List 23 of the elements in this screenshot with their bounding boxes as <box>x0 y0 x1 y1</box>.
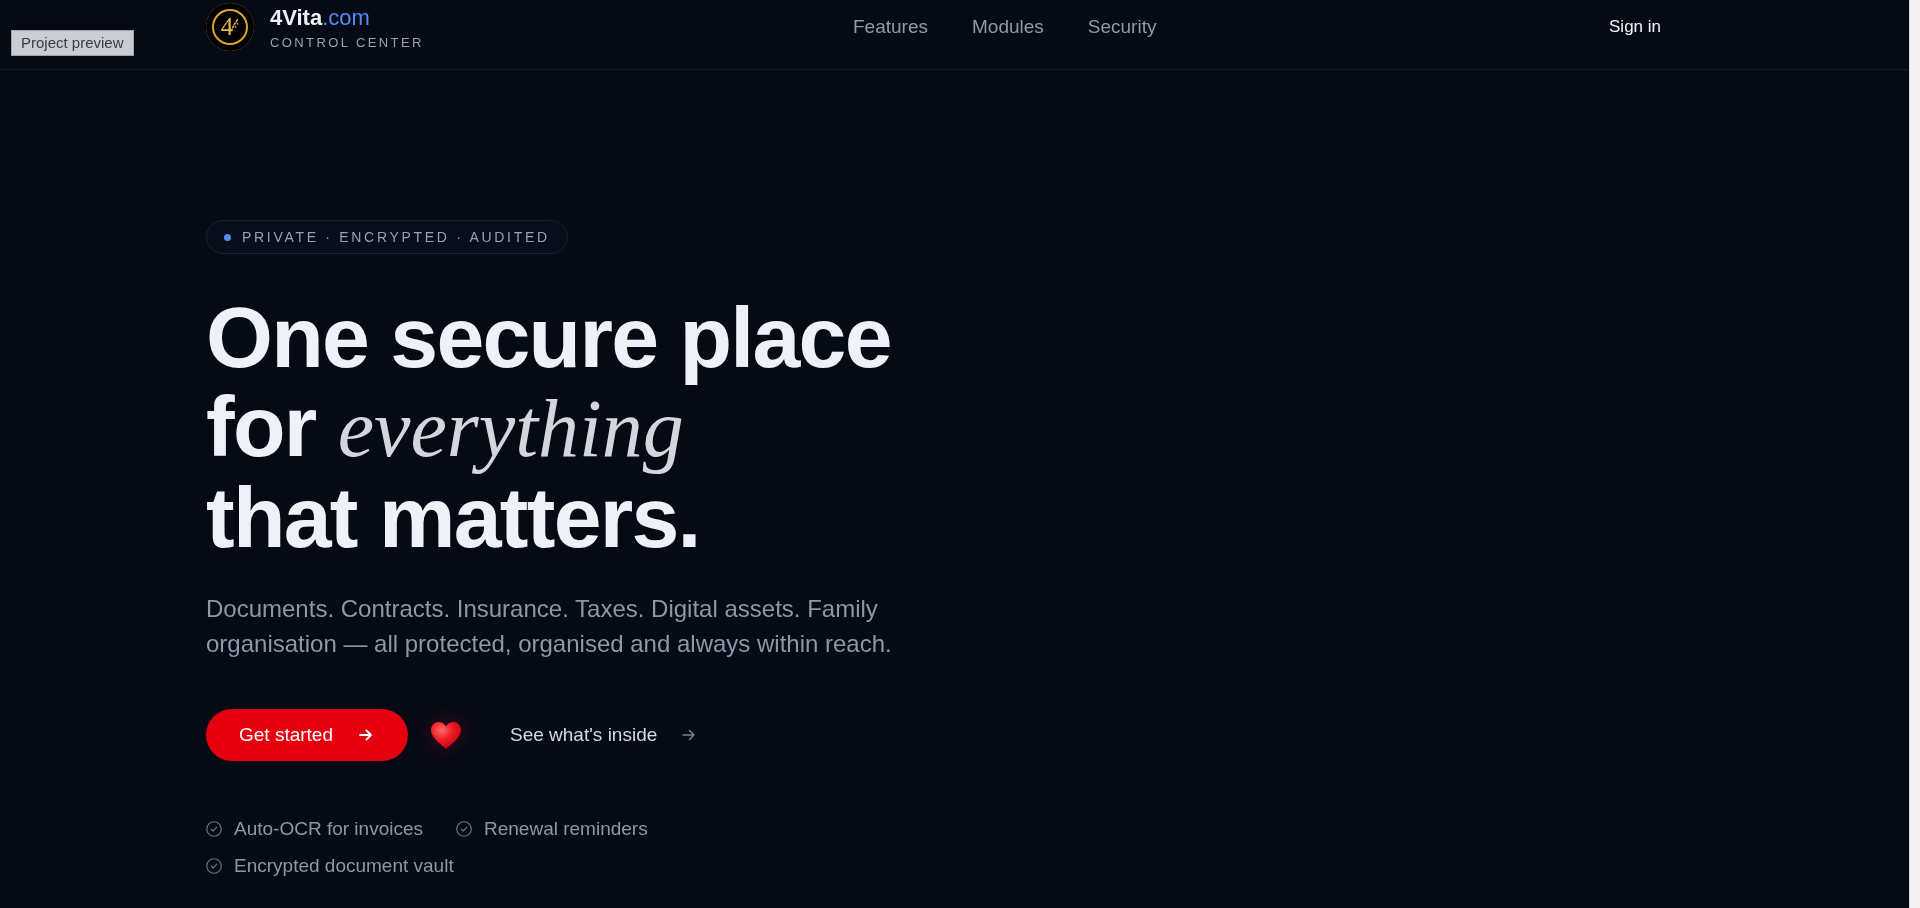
check-circle-icon <box>206 821 222 837</box>
get-started-button[interactable]: Get started <box>206 709 408 761</box>
nav-link[interactable]: Features <box>853 15 928 39</box>
heart-icon <box>431 721 461 749</box>
logo-digit: 4 <box>220 14 234 40</box>
brand-name[interactable]: 4Vita.com <box>270 5 424 31</box>
pill-text: PRIVATE · ENCRYPTED · AUDITED <box>242 229 550 245</box>
check-circle-icon <box>206 858 222 874</box>
feature-text: Auto-OCR for invoices <box>234 817 423 841</box>
feature-text: Renewal reminders <box>484 817 648 841</box>
headline: One secure place for everything that matters. <box>206 293 891 562</box>
check-circle-icon <box>456 821 472 837</box>
arrow-icon <box>681 727 698 743</box>
status-dot-icon <box>224 233 231 241</box>
nav-link[interactable]: Modules <box>972 15 1044 39</box>
arrow-icon <box>358 727 374 743</box>
see-inside-link[interactable]: See what's inside <box>510 724 698 746</box>
intro-paragraph: Documents. Contracts. Insurance. Taxes. Digital assets. Family organisation — all protected, organised and always within reach. <box>206 594 893 659</box>
project-preview-label: Project preview <box>11 30 134 56</box>
brand-tagline: CONTROL CENTER <box>270 35 424 51</box>
nav-link[interactable]: Security <box>1087 15 1157 39</box>
sign-in-link[interactable]: Sign in <box>1609 16 1661 38</box>
feature-text: Encrypted document vault <box>234 854 454 878</box>
